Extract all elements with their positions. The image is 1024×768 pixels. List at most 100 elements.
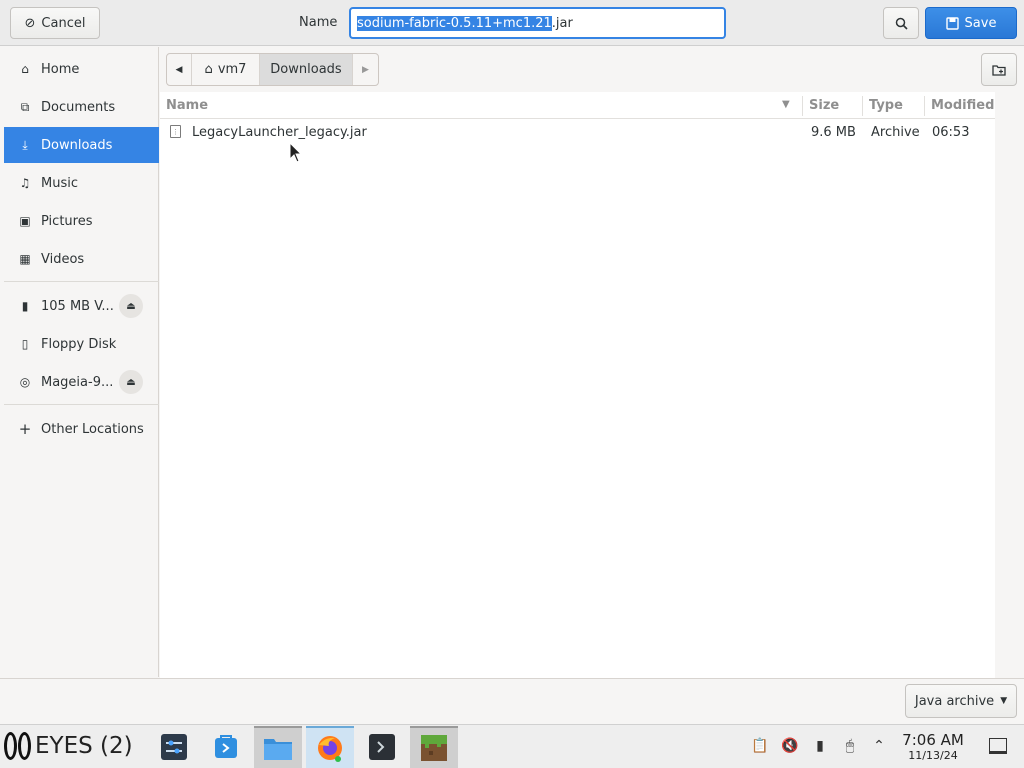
places-sidebar: ⌂ Home ⧉ Documents ⤓ Downloads ♫ Music ▣… [4, 47, 159, 677]
clock-time[interactable]: 7:06 AM [896, 731, 970, 749]
sidebar-item-music[interactable]: ♫ Music [4, 165, 159, 201]
clock-date[interactable]: 11/13/24 [896, 749, 970, 762]
sidebar-item-label: Home [41, 61, 80, 77]
name-label: Name [299, 15, 338, 30]
sidebar-item-usb-drive[interactable]: ▮ 105 MB V... ⏏ [4, 288, 159, 324]
filename-input[interactable]: sodium-fabric-0.5.11+mc1.21 .jar [349, 7, 726, 39]
sort-descending-icon: ▼ [782, 99, 790, 110]
task-firefox[interactable] [306, 726, 354, 768]
chevron-right-icon: ▶ [362, 64, 369, 75]
new-folder-button[interactable] [981, 53, 1017, 86]
sidebar-item-label: Videos [41, 251, 85, 267]
path-segment-downloads[interactable]: Downloads [260, 54, 353, 85]
path-forward-button[interactable]: ▶ [353, 54, 378, 85]
sidebar-item-home[interactable]: ⌂ Home [4, 51, 159, 87]
task-software-center[interactable] [202, 726, 250, 768]
usb-device-icon[interactable]: ▮ [811, 737, 829, 755]
save-label: Save [964, 15, 997, 31]
task-settings[interactable] [150, 726, 198, 768]
firefox-icon [318, 736, 342, 762]
column-header-name[interactable]: Name [160, 92, 802, 119]
usb-drive-icon: ▮ [21, 299, 29, 313]
sidebar-item-downloads[interactable]: ⤓ Downloads [4, 127, 159, 163]
eject-icon[interactable]: ⏏ [119, 294, 143, 318]
downloads-icon: ⤓ [22, 137, 28, 152]
minecraft-icon [421, 735, 447, 761]
file-modified: 06:53 [932, 124, 970, 140]
home-icon: ⌂ [204, 62, 213, 77]
show-desktop-icon[interactable] [989, 738, 1007, 754]
eyes-label: EYES (2) [35, 733, 133, 759]
floppy-icon: ▯ [21, 337, 29, 351]
path-back-button[interactable]: ◀ [167, 54, 192, 85]
search-button[interactable] [883, 7, 919, 39]
column-header-modified[interactable]: Modified [925, 92, 995, 119]
filter-selected-value: Java archive [914, 693, 995, 709]
cancel-button[interactable]: ⊘ Cancel [10, 7, 100, 39]
file-type-filter-dropdown[interactable]: Java archive ▼ [905, 684, 1017, 718]
sidebar-item-label: Music [41, 175, 78, 191]
plus-icon: + [18, 420, 32, 438]
search-icon [895, 17, 908, 30]
sidebar-separator [4, 281, 159, 282]
chevron-up-icon[interactable]: ⌃ [870, 737, 888, 755]
sidebar-item-label: Pictures [41, 213, 93, 229]
sidebar-item-pictures[interactable]: ▣ Pictures [4, 203, 159, 239]
save-button[interactable]: Save [925, 7, 1017, 39]
sidebar-item-label: Other Locations [41, 421, 144, 437]
optical-disc-icon: ◎ [19, 375, 31, 389]
eyes-applet[interactable]: EYES (2) [4, 731, 133, 761]
chevron-down-icon: ▼ [1000, 696, 1008, 706]
sidebar-item-label: Floppy Disk [41, 336, 117, 352]
file-type: Archive [871, 124, 920, 140]
scroll-gutter [995, 92, 1024, 678]
home-icon: ⌂ [21, 62, 29, 76]
file-list: Name ▼ Size Type Modified ⋮ LegacyLaunch… [160, 92, 995, 678]
path-segment-home[interactable]: ⌂ vm7 [192, 54, 260, 85]
sidebar-item-label: 105 MB V... [41, 298, 114, 314]
sidebar-item-floppy[interactable]: ▯ Floppy Disk [4, 326, 159, 362]
settings-app-icon [161, 734, 187, 760]
sidebar-item-videos[interactable]: ▦ Videos [4, 241, 159, 277]
terminal-icon [369, 734, 395, 760]
bottom-bar [0, 678, 1024, 724]
cancel-label: Cancel [41, 15, 86, 31]
column-header-size[interactable]: Size [803, 92, 861, 119]
documents-icon: ⧉ [20, 99, 30, 114]
sidebar-item-documents[interactable]: ⧉ Documents [4, 89, 159, 125]
task-terminal[interactable] [358, 726, 406, 768]
sidebar-item-other-locations[interactable]: + Other Locations [4, 411, 159, 447]
column-header-type[interactable]: Type [863, 92, 923, 119]
chevron-left-icon: ◀ [175, 64, 183, 75]
sidebar-item-label: Downloads [41, 137, 113, 153]
volume-muted-icon[interactable]: 🔇 [781, 737, 799, 755]
videos-icon: ▦ [19, 252, 31, 266]
column-header-row: Name ▼ Size Type Modified [160, 92, 995, 119]
filename-extension-text: .jar [551, 15, 573, 31]
new-folder-icon [992, 64, 1006, 76]
mouse-cursor-icon [289, 142, 303, 163]
file-name: LegacyLauncher_legacy.jar [192, 124, 367, 140]
clipboard-icon[interactable]: 📋 [751, 737, 769, 755]
sidebar-item-optical-disc[interactable]: ◎ Mageia-9... ⏏ [4, 364, 159, 400]
file-row[interactable]: ⋮ LegacyLauncher_legacy.jar 9.6 MB Archi… [160, 120, 995, 144]
network-icon[interactable]: 🖱 [841, 737, 859, 755]
sidebar-separator [4, 404, 159, 405]
file-size: 9.6 MB [811, 124, 856, 140]
eject-icon[interactable]: ⏏ [119, 370, 143, 394]
software-center-icon [215, 735, 237, 758]
path-segment-label: vm7 [217, 62, 247, 77]
sidebar-item-label: Documents [41, 99, 116, 115]
path-segment-label: Downloads [270, 62, 342, 77]
filename-selected-text: sodium-fabric-0.5.11+mc1.21 [357, 15, 552, 31]
cancel-icon: ⊘ [24, 15, 36, 31]
eyes-icon [4, 732, 31, 760]
music-icon: ♫ [19, 176, 31, 190]
sidebar-item-label: Mageia-9... [41, 374, 114, 390]
path-bar: ◀ ⌂ vm7 Downloads ▶ [166, 53, 379, 86]
task-minecraft[interactable] [410, 726, 458, 768]
archive-file-icon: ⋮ [170, 125, 181, 138]
save-icon [945, 16, 959, 30]
file-manager-icon [264, 739, 292, 760]
task-file-manager[interactable] [254, 726, 302, 768]
